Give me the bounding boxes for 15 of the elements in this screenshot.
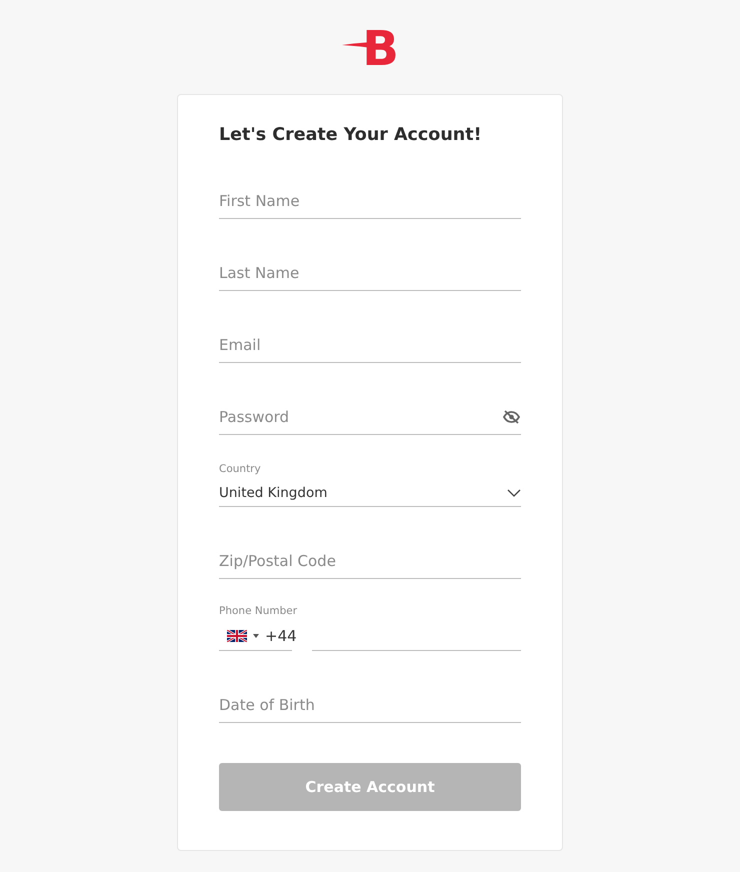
password-field[interactable]: Password <box>219 399 521 435</box>
hide-password-icon[interactable] <box>503 410 520 424</box>
input-field[interactable]: Email <box>219 327 521 363</box>
chevron-down-icon <box>507 488 521 496</box>
country-dropdown[interactable]: United Kingdom <box>219 479 521 507</box>
input-field[interactable]: First Name <box>219 183 521 219</box>
form-title: Let's Create Your Account! <box>219 124 483 147</box>
logo: B <box>342 24 398 74</box>
caret-icon <box>253 634 259 638</box>
field-label: Country <box>219 463 262 475</box>
input-field[interactable]: Date of Birth <box>219 687 521 723</box>
flag-icon <box>227 630 247 642</box>
input-field[interactable]: Zip/Postal Code <box>219 543 521 579</box>
field-label: Phone Number <box>219 605 298 617</box>
input-field[interactable]: Last Name <box>219 255 521 291</box>
